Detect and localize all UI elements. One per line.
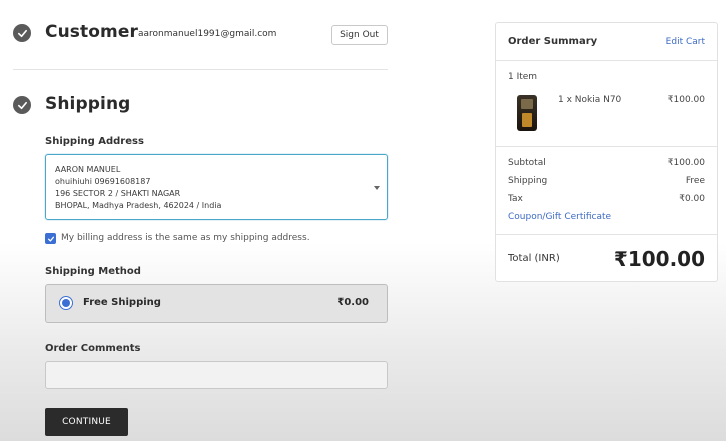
order-summary-panel: Order Summary Edit Cart 1 Item 1 x Nokia… xyxy=(495,22,718,282)
address-line-phone: ohuihiuhi 09691608187 xyxy=(55,177,151,186)
total-label: Total (INR) xyxy=(508,253,560,264)
item-price: ₹100.00 xyxy=(667,95,705,105)
shipping-method-option[interactable]: Free Shipping ₹0.00 xyxy=(45,284,388,323)
shipping-cost-value: Free xyxy=(685,176,705,186)
total-value: ₹100.00 xyxy=(613,247,705,271)
section-divider xyxy=(13,69,388,70)
order-comments-input[interactable] xyxy=(45,361,388,389)
subtotal-label: Subtotal xyxy=(508,158,546,168)
tax-value: ₹0.00 xyxy=(679,194,705,204)
customer-step-check-icon xyxy=(13,24,31,42)
address-line-street: 196 SECTOR 2 / SHAKTI NAGAR xyxy=(55,189,181,198)
sign-out-button[interactable]: Sign Out xyxy=(331,25,388,45)
shipping-method-price: ₹0.00 xyxy=(337,297,369,308)
billing-same-label[interactable]: My billing address is the same as my shi… xyxy=(61,233,310,243)
item-name: 1 x Nokia N70 xyxy=(558,95,622,105)
shipping-method-name: Free Shipping xyxy=(83,297,161,308)
shipping-step-check-icon xyxy=(13,96,31,114)
subtotal-value: ₹100.00 xyxy=(667,158,705,168)
product-image xyxy=(517,95,537,131)
customer-step-title: Customer xyxy=(45,22,138,42)
shipping-method-radio[interactable] xyxy=(59,296,73,310)
shipping-cost-label: Shipping xyxy=(508,176,548,186)
summary-divider xyxy=(496,146,717,147)
tax-label: Tax xyxy=(508,194,523,204)
summary-divider xyxy=(496,234,717,235)
continue-button[interactable]: CONTINUE xyxy=(45,408,128,436)
order-comments-label: Order Comments xyxy=(45,343,141,354)
customer-email: aaronmanuel1991@gmail.com xyxy=(138,29,277,39)
shipping-step-title: Shipping xyxy=(45,94,131,114)
edit-cart-link[interactable]: Edit Cart xyxy=(666,37,705,47)
address-line-name: AARON MANUEL xyxy=(55,165,121,174)
coupon-gift-link[interactable]: Coupon/Gift Certificate xyxy=(508,212,611,222)
address-line-city: BHOPAL, Madhya Pradesh, 462024 / India xyxy=(55,201,222,210)
chevron-down-icon xyxy=(374,186,380,190)
billing-same-checkbox[interactable] xyxy=(45,233,56,244)
summary-divider xyxy=(496,60,717,61)
item-count: 1 Item xyxy=(508,72,538,82)
order-summary-title: Order Summary xyxy=(508,36,598,47)
shipping-method-label: Shipping Method xyxy=(45,266,141,277)
shipping-address-label: Shipping Address xyxy=(45,136,144,147)
shipping-address-select[interactable]: AARON MANUEL ohuihiuhi 09691608187 196 S… xyxy=(45,154,388,220)
